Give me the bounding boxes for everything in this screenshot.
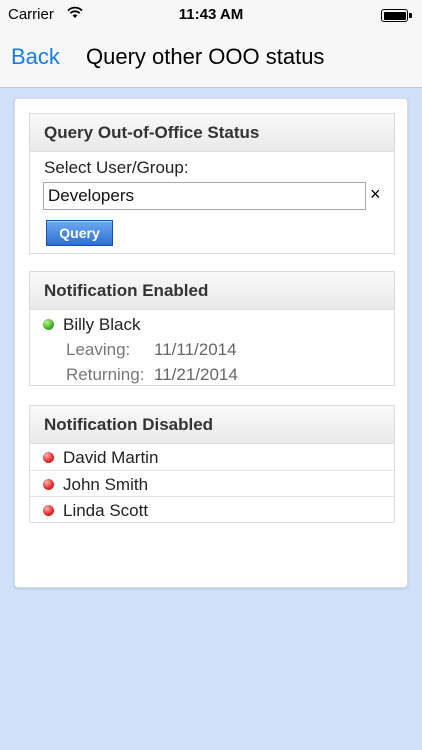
leaving-label: Leaving: [66,340,131,359]
list-item: Linda Scott [30,497,394,524]
page-title: Query other OOO status [86,44,325,69]
status-disabled-icon [43,505,54,517]
query-button[interactable]: Query [46,220,113,246]
battery-icon [381,9,412,22]
leaving-row: Leaving: 11/11/2014 [66,340,237,360]
list-item: David Martin [30,444,394,471]
navigation-bar: Back Query other OOO status [0,30,422,88]
status-disabled-icon [43,452,54,464]
returning-row: Returning: 11/21/2014 [66,365,238,385]
enabled-section-header: Notification Enabled [30,272,394,310]
user-group-input[interactable] [43,182,366,210]
status-time: 11:43 AM [178,6,244,23]
disabled-section-header: Notification Disabled [30,406,394,444]
query-section: Query Out-of-Office Status Select User/G… [29,113,395,254]
person-name: John Smith [63,474,149,494]
status-enabled-icon [43,319,54,331]
list-item: John Smith [30,471,394,497]
notification-disabled-section: Notification Disabled David Martin John … [29,405,395,523]
back-button[interactable]: Back [11,44,60,70]
returning-label: Returning: [66,365,145,384]
returning-date: 11/21/2014 [154,365,238,384]
list-item: Billy Black [30,315,140,335]
clear-icon[interactable]: × [370,184,381,205]
select-user-label: Select User/Group: [44,158,189,177]
notification-enabled-section: Notification Enabled Billy Black Leaving… [29,271,395,386]
content-card: Query Out-of-Office Status Select User/G… [14,98,408,588]
person-name: David Martin [63,448,159,467]
person-name: Billy Black [63,315,141,334]
leaving-date: 11/11/2014 [154,340,237,359]
query-section-header: Query Out-of-Office Status [30,114,394,152]
status-bar: Carrier 11:43 AM [0,0,422,30]
person-name: Linda Scott [63,501,149,520]
status-disabled-icon [43,478,54,490]
